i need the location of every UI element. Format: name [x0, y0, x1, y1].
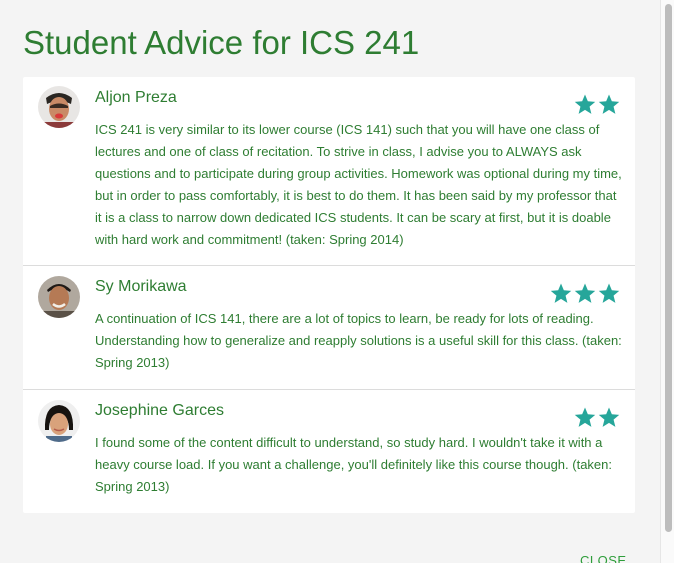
review-item: Aljon Preza ICS 241 is very similar to i… [23, 77, 635, 266]
reviewer-name: Sy Morikawa [95, 278, 187, 295]
modal-title: Student Advice for ICS 241 [23, 24, 420, 61]
close-button[interactable]: CLOSE [580, 553, 627, 563]
star-icon [574, 407, 596, 427]
rating-stars [574, 94, 620, 115]
rating-stars [550, 283, 620, 304]
star-icon [550, 283, 572, 303]
avatar [38, 276, 80, 318]
reviewer-name: Josephine Garces [95, 402, 224, 419]
advice-modal: Student Advice for ICS 241 Aljon Preza I… [0, 0, 660, 563]
avatar [38, 86, 80, 128]
reviewer-name: Aljon Preza [95, 89, 177, 106]
star-icon [598, 283, 620, 303]
scrollbar-thumb[interactable] [665, 4, 672, 532]
star-icon [598, 94, 620, 114]
star-icon [574, 283, 596, 303]
review-item: Josephine Garces I found some of the con… [23, 390, 635, 514]
star-icon [598, 407, 620, 427]
reviews-list: Aljon Preza ICS 241 is very similar to i… [23, 77, 635, 513]
review-text: ICS 241 is very similar to its lower cou… [95, 122, 622, 247]
review-text: A continuation of ICS 141, there are a l… [95, 311, 622, 370]
avatar [38, 400, 80, 442]
scrollbar[interactable] [660, 0, 674, 563]
review-text: I found some of the content difficult to… [95, 435, 613, 494]
review-item: Sy Morikawa A continuation of ICS 141, t… [23, 266, 635, 390]
rating-stars [574, 407, 620, 428]
star-icon [574, 94, 596, 114]
